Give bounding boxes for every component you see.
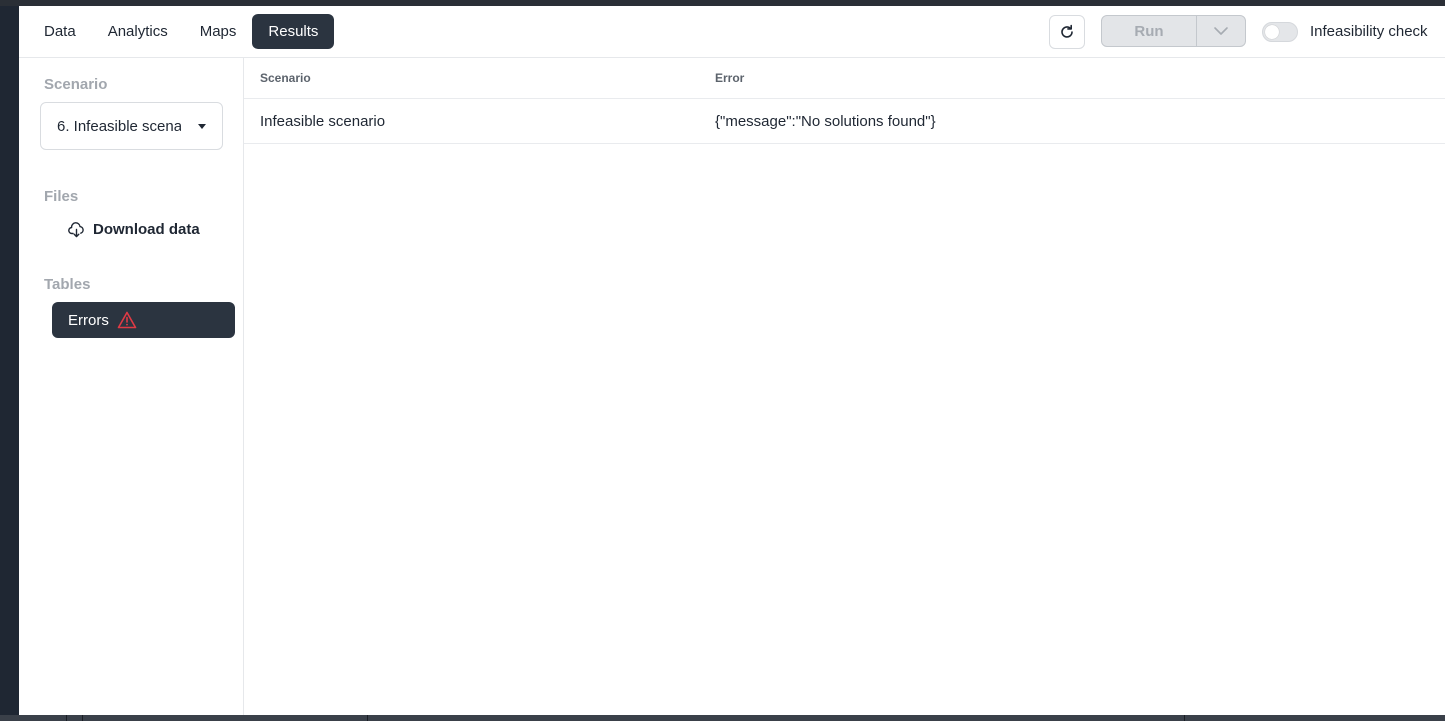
taskbar-divider bbox=[82, 715, 83, 721]
tab-analytics[interactable]: Analytics bbox=[92, 14, 184, 49]
column-header-scenario[interactable]: Scenario bbox=[260, 71, 311, 85]
taskbar-divider bbox=[1184, 715, 1185, 721]
caret-down-icon bbox=[198, 124, 206, 129]
table-row: Infeasible scenario {"message":"No solut… bbox=[244, 99, 1445, 144]
chevron-down-icon bbox=[1214, 27, 1228, 35]
tab-data[interactable]: Data bbox=[28, 14, 92, 49]
scenario-select-value: 6. Infeasible scenario bbox=[57, 117, 181, 135]
refresh-button[interactable] bbox=[1049, 15, 1085, 49]
table-item-label: Errors bbox=[68, 311, 109, 329]
warning-icon bbox=[117, 311, 137, 329]
files-heading: Files bbox=[44, 188, 79, 205]
tab-maps[interactable]: Maps bbox=[184, 14, 253, 49]
taskbar-edge bbox=[0, 715, 1445, 721]
run-button[interactable]: Run bbox=[1102, 16, 1197, 46]
scenario-select[interactable]: 6. Infeasible scenario bbox=[40, 102, 223, 150]
tab-results[interactable]: Results bbox=[252, 14, 335, 49]
column-header-error[interactable]: Error bbox=[715, 71, 744, 85]
cell-error: {"message":"No solutions found"} bbox=[715, 113, 936, 130]
taskbar-divider bbox=[66, 715, 67, 721]
tables-heading: Tables bbox=[44, 276, 91, 293]
scenario-heading: Scenario bbox=[44, 76, 108, 93]
run-options-dropdown[interactable] bbox=[1197, 16, 1245, 46]
top-navigation-bar: Data Analytics Maps Results Run Infeasib… bbox=[19, 6, 1445, 58]
infeasibility-check-toggle[interactable] bbox=[1262, 22, 1298, 42]
run-button-group: Run bbox=[1101, 15, 1246, 47]
results-table: Scenario Error Infeasible scenario {"mes… bbox=[244, 58, 1445, 715]
cloud-download-icon bbox=[68, 221, 84, 237]
app-window: Data Analytics Maps Results Run Infeasib… bbox=[19, 6, 1445, 715]
download-data-link[interactable]: Download data bbox=[68, 221, 200, 238]
tab-list: Data Analytics Maps Results bbox=[28, 14, 335, 49]
cell-scenario: Infeasible scenario bbox=[260, 113, 386, 130]
infeasibility-check-label: Infeasibility check bbox=[1310, 23, 1428, 40]
table-item-errors[interactable]: Errors bbox=[52, 302, 235, 338]
taskbar-divider bbox=[367, 715, 368, 721]
window-left-edge bbox=[0, 6, 19, 721]
sidebar: Scenario 6. Infeasible scenario Files Do… bbox=[19, 58, 244, 715]
table-header: Scenario Error bbox=[244, 58, 1445, 99]
toggle-knob bbox=[1265, 25, 1279, 39]
download-data-label: Download data bbox=[93, 221, 200, 238]
refresh-icon bbox=[1061, 24, 1073, 38]
